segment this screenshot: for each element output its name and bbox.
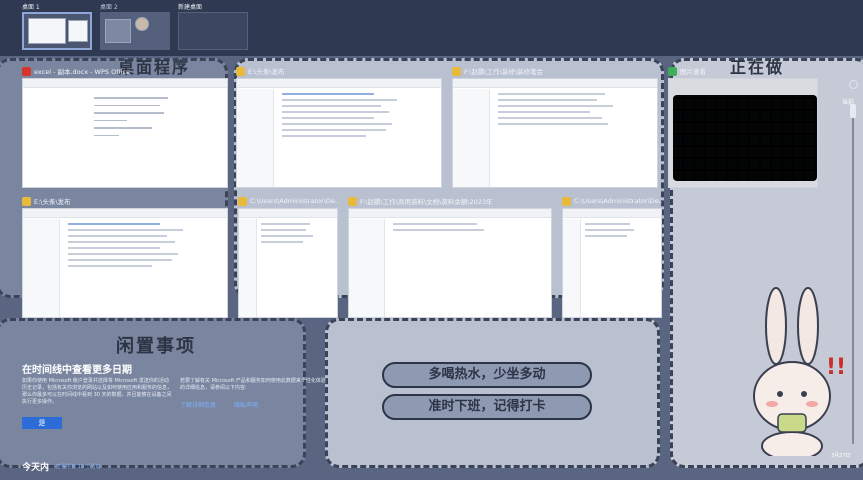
window-tile-explorer-5[interactable]: F:\赵鹏\工作\商用资料\文档\资料余额\2023年 — [348, 194, 552, 318]
document-text — [94, 97, 176, 142]
window-tile-photos[interactable]: 图片查看 — [668, 64, 818, 188]
window-title: C:\Users\Administrator\De... — [250, 197, 338, 205]
window-title: C:\Users\Administrator\De... — [574, 197, 662, 205]
desktop-2-thumbnail[interactable] — [100, 12, 170, 50]
timeline-description: 如果你使用 Microsoft 帐户登录并选择将 Microsoft 发送你的活… — [22, 378, 173, 405]
timeline-title: 在时间线中查看更多日期 — [22, 365, 132, 376]
file-list — [393, 223, 545, 235]
window-title: E:\头条\发布 — [34, 198, 71, 206]
folder-icon — [22, 196, 31, 206]
folder-icon — [236, 66, 245, 76]
new-desktop-label: 新建桌面 — [178, 4, 203, 11]
navigation-pane — [349, 219, 386, 317]
ribbon — [349, 209, 551, 218]
file-list — [497, 93, 651, 129]
new-desktop[interactable]: 新建桌面 — [178, 3, 248, 50]
wallpaper-reminder-1: 多喝热水，少坐多动 — [382, 362, 592, 388]
ribbon — [453, 79, 657, 88]
see-all-activities-link[interactable]: 查看所有 19 个活动 — [56, 463, 101, 470]
window-title-bar: C:\Users\Administrator\De... — [238, 194, 338, 208]
window-title-bar: F:\赵鹏\工作\装修\装修笔会 — [452, 64, 658, 78]
window-preview — [348, 208, 552, 318]
window-title-bar: excel - 副本.docx - WPS Office — [22, 64, 228, 78]
file-list — [260, 223, 331, 247]
bunny-illustration: !! — [753, 287, 846, 456]
window-tile-explorer-1[interactable]: E:\头条\发布 — [236, 64, 442, 188]
navigation-pane — [23, 219, 60, 317]
thumb-window — [68, 20, 88, 42]
window-preview — [238, 208, 338, 318]
window-preview — [562, 208, 662, 318]
desktop-1-thumbnail[interactable] — [22, 12, 92, 50]
timeline-yes-button[interactable]: 是 — [22, 417, 62, 429]
folder-icon — [348, 196, 357, 206]
desktop-2[interactable]: 桌面 2 — [100, 3, 170, 50]
desktop-2-label: 桌面 2 — [100, 4, 118, 11]
today-section-label: 今天内 — [22, 463, 50, 473]
new-desktop-thumbnail[interactable] — [178, 12, 248, 50]
navigation-pane — [237, 89, 274, 187]
photos-icon — [668, 66, 677, 76]
ribbon — [23, 209, 227, 218]
learn-more-link[interactable]: 了解详细信息 — [180, 400, 216, 409]
wallpaper-reminder-2: 准时下班，记得打卡 — [382, 394, 592, 420]
virtual-desktops-bar: 桌面 1 桌面 2 新建桌面 — [0, 0, 863, 56]
thumb-window — [28, 18, 66, 44]
desktop-1[interactable]: 桌面 1 — [22, 3, 92, 50]
file-list — [584, 223, 655, 241]
window-tile-explorer-6[interactable]: C:\Users\Administrator\De... — [562, 194, 662, 318]
window-tile-explorer-3[interactable]: E:\头条\发布 — [22, 194, 228, 318]
window-preview — [452, 78, 658, 188]
folder-icon — [562, 196, 571, 206]
timeline-scroll-thumb[interactable] — [850, 104, 856, 118]
window-title: E:\头条\发布 — [248, 68, 285, 76]
window-preview — [236, 78, 442, 188]
folder-icon — [238, 196, 247, 206]
window-title-bar: E:\头条\发布 — [22, 194, 228, 208]
file-list — [67, 223, 221, 271]
timeline-privacy-text: 若要了解有关 Microsoft 产品和服务如何使用此数据来个性化体验的详细信息… — [180, 378, 326, 391]
window-title-bar: E:\头条\发布 — [236, 64, 442, 78]
privacy-statement-link[interactable]: 隐私声明 — [234, 400, 258, 409]
window-title: 图片查看 — [680, 68, 706, 76]
svg-text:!!: !! — [826, 355, 846, 380]
wallpaper-card — [325, 318, 660, 468]
timeline-scroll-handle-icon[interactable] — [849, 80, 858, 89]
navigation-pane — [453, 89, 490, 187]
ribbon — [23, 79, 227, 88]
thumb-window — [105, 19, 131, 43]
window-tile-explorer-4[interactable]: C:\Users\Administrator\De... — [238, 194, 338, 318]
window-preview — [668, 78, 818, 188]
ribbon — [563, 209, 661, 218]
file-list — [281, 93, 435, 141]
ribbon — [239, 209, 337, 218]
window-preview — [22, 208, 228, 318]
window-preview — [22, 78, 228, 188]
navigation-pane — [239, 219, 257, 317]
keyboard-photo — [669, 79, 817, 187]
window-title: excel - 副本.docx - WPS Office — [34, 68, 131, 76]
window-title: F:\赵鹏\工作\装修\装修笔会 — [464, 68, 544, 76]
ribbon — [237, 79, 441, 88]
window-title: F:\赵鹏\工作\商用资料\文档\资料余额\2023年 — [360, 198, 493, 206]
folder-icon — [452, 66, 461, 76]
desktop-1-label: 桌面 1 — [22, 4, 40, 11]
window-title-bar: 图片查看 — [668, 64, 818, 78]
timeline-date-label: 3月27日 — [831, 453, 851, 459]
window-tile-wps[interactable]: excel - 副本.docx - WPS Office — [22, 64, 228, 188]
window-title-bar: F:\赵鹏\工作\商用资料\文档\资料余额\2023年 — [348, 194, 552, 208]
window-title-bar: C:\Users\Administrator\De... — [562, 194, 662, 208]
window-tile-explorer-2[interactable]: F:\赵鹏\工作\装修\装修笔会 — [452, 64, 658, 188]
bunny-thumb — [135, 17, 149, 31]
navigation-pane — [563, 219, 581, 317]
wps-icon — [22, 66, 31, 76]
keyboard-image — [673, 95, 817, 181]
wallpaper-title-idle: 闲置事项 — [116, 336, 196, 357]
timeline-scrollbar[interactable] — [852, 104, 854, 444]
